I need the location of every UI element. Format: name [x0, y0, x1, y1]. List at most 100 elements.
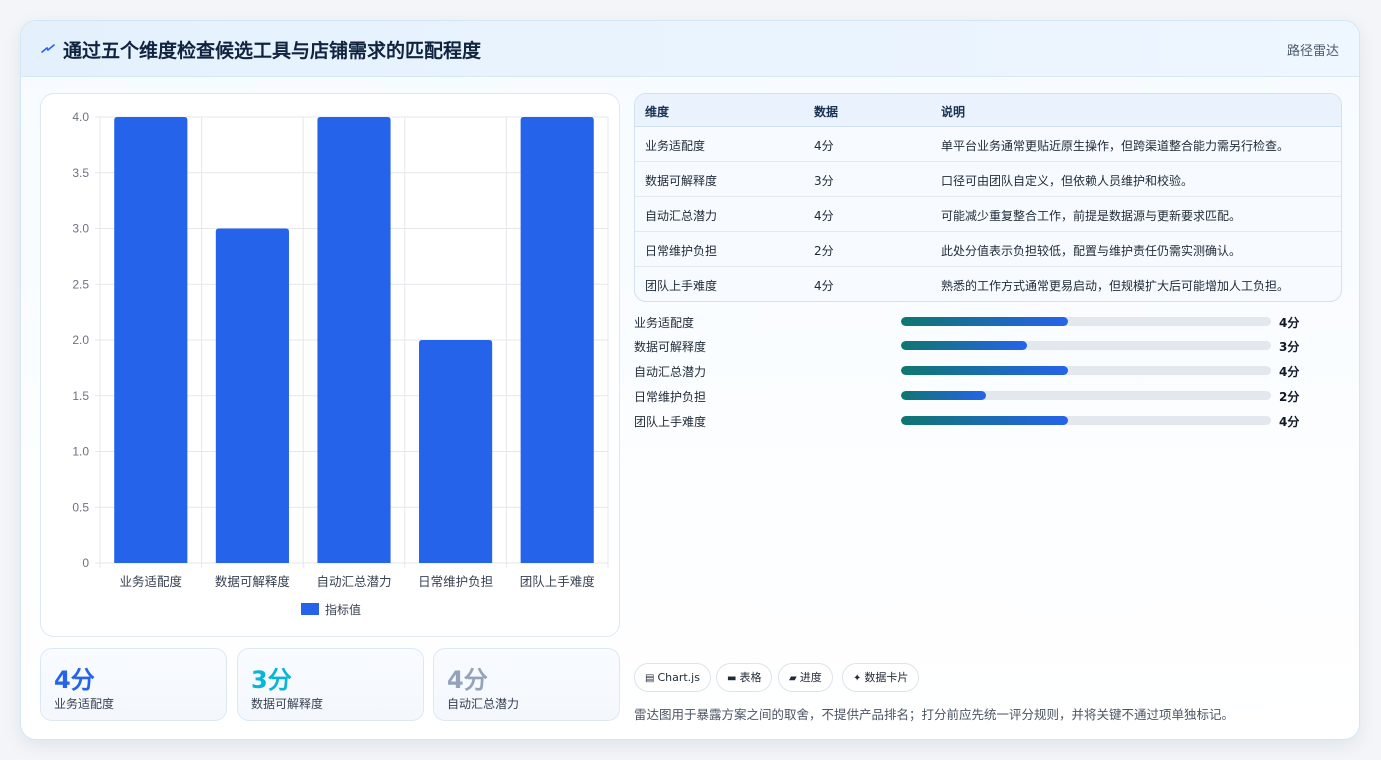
progress-row: 团队上手难度 4分: [634, 411, 1334, 429]
progress-track: [901, 317, 1271, 326]
y-tick-label: 1.5: [72, 389, 89, 403]
y-tick-label: 2.5: [72, 277, 89, 291]
progress-track: [901, 416, 1271, 425]
x-tick-label: 数据可解释度: [215, 574, 291, 589]
bar: [317, 117, 391, 563]
y-tick-label: 0.5: [72, 500, 89, 514]
kpi-label: 自动汇总潜力: [447, 697, 520, 711]
table-cell: 单平台业务通常更贴近原生操作，但跨渠道整合能力需另行检查。: [941, 139, 1290, 153]
table-icon: ▬: [727, 673, 737, 684]
table-cell: 可能减少重复整合工作，前提是数据源与更新要求匹配。: [941, 209, 1242, 223]
progress-value: 2分: [1279, 390, 1300, 404]
table-cell: 熟悉的工作方式通常更易启动，但规模扩大后可能增加人工负担。: [941, 279, 1290, 293]
table-cell: 团队上手难度: [645, 279, 718, 293]
legend-label: 指标值: [325, 602, 361, 617]
kpi-value: 4分: [54, 666, 95, 694]
table-cell: 4分: [814, 139, 834, 153]
progress-row: 日常维护负担 2分: [634, 386, 1334, 404]
kpi-card: 3分 数据可解释度: [237, 648, 424, 721]
chip-label: Chart.js: [657, 671, 700, 684]
progress-row: 业务适配度 4分: [634, 312, 1334, 330]
y-tick-label: 3.5: [72, 166, 89, 180]
x-tick-label: 团队上手难度: [520, 574, 596, 589]
progress-row: 自动汇总潜力 4分: [634, 361, 1334, 379]
chart-icon: ▤: [645, 673, 655, 684]
table-row: 日常维护负担 2分 此处分值表示负担较低，配置与维护责任仍需实测确认。: [635, 232, 1341, 267]
progress-fill: [901, 416, 1068, 425]
bar: [419, 340, 493, 563]
progress-fill: [901, 391, 987, 400]
kpi-label: 数据可解释度: [251, 697, 324, 711]
table-cell: 2分: [814, 244, 834, 258]
table-header-cell: 说明: [941, 105, 966, 119]
bar-chart-panel: 0 0.5 1.0 1.5 2.0 2.5 3.0 3.5 4.0 业务适配度 数据可解释度 自动汇总…: [40, 93, 620, 637]
progress-value: 3分: [1279, 340, 1300, 354]
chip-label: 进度: [799, 671, 822, 684]
sparkle-icon: ✦: [853, 673, 862, 684]
y-tick-label: 0: [82, 556, 89, 570]
progress-label: 业务适配度: [634, 316, 695, 330]
chip-label: 表格: [739, 671, 762, 684]
kpi-card: 4分 自动汇总潜力: [433, 648, 620, 721]
lightning-icon: [41, 44, 55, 53]
table-header-cell: 数据: [814, 105, 839, 119]
bar: [114, 117, 188, 563]
kpi-value: 4分: [447, 666, 488, 694]
x-tick-label: 日常维护负担: [418, 574, 493, 589]
chip-table[interactable]: ▬ 表格: [716, 663, 773, 692]
header-tag: 路径雷达: [1286, 44, 1339, 59]
kpi-label: 业务适配度: [54, 697, 115, 711]
bar: [520, 117, 594, 563]
chip-progress[interactable]: ▰ 进度: [778, 663, 833, 692]
dimension-table: 维度 数据 说明 业务适配度 4分 单平台业务通常更贴近原生操作，但跨渠道整合能…: [634, 93, 1342, 302]
progress-label: 日常维护负担: [634, 390, 707, 404]
card-header: 通过五个维度检查候选工具与店铺需求的匹配程度 路径雷达: [21, 21, 1359, 77]
table-cell: 3分: [814, 174, 834, 188]
table-cell: 此处分值表示负担较低，配置与维护责任仍需实测确认。: [941, 244, 1242, 258]
progress-fill: [901, 341, 1027, 350]
y-tick-label: 2.0: [72, 333, 89, 347]
progress-icon: ▰: [789, 673, 797, 684]
progress-label: 团队上手难度: [634, 415, 707, 429]
chip-chartjs[interactable]: ▤ Chart.js: [634, 663, 711, 692]
chip-label: 数据卡片: [864, 671, 909, 684]
table-cell: 口径可由团队自定义，但依赖人员维护和校验。: [941, 174, 1194, 188]
chip-data-card[interactable]: ✦ 数据卡片: [842, 663, 920, 692]
kpi-value: 3分: [251, 666, 292, 694]
table-cell: 数据可解释度: [645, 174, 718, 188]
table-cell: 日常维护负担: [645, 244, 718, 258]
table-row: 数据可解释度 3分 口径可由团队自定义，但依赖人员维护和校验。: [635, 162, 1341, 197]
kpi-card: 4分 业务适配度: [40, 648, 227, 721]
table-row: 自动汇总潜力 4分 可能减少重复整合工作，前提是数据源与更新要求匹配。: [635, 197, 1341, 232]
table-cell: 4分: [814, 209, 834, 223]
legend-swatch: [301, 603, 319, 615]
progress-label: 自动汇总潜力: [634, 365, 707, 379]
progress-track: [901, 341, 1271, 350]
page-title: 通过五个维度检查候选工具与店铺需求的匹配程度: [63, 40, 482, 62]
bar: [215, 228, 289, 563]
main-card: 通过五个维度检查候选工具与店铺需求的匹配程度 路径雷达 0 0.5 1.0 1.5 2.…: [20, 20, 1360, 740]
progress-row: 数据可解释度 3分: [634, 336, 1334, 354]
table-row: 业务适配度 4分 单平台业务通常更贴近原生操作，但跨渠道整合能力需另行检查。: [635, 127, 1341, 162]
progress-track: [901, 366, 1271, 375]
table-header-cell: 维度: [645, 105, 670, 119]
progress-fill: [901, 317, 1068, 326]
footnote: 雷达图用于暴露方案之间的取舍，不提供产品排名；打分前应先统一评分规则，并将关键不…: [634, 707, 1235, 722]
progress-track: [901, 391, 1271, 400]
table-header-row: 维度 数据 说明: [635, 94, 1341, 127]
y-tick-label: 1.0: [72, 445, 89, 459]
y-tick-label: 4.0: [72, 110, 89, 124]
x-tick-label: 业务适配度: [120, 574, 183, 589]
table-cell: 自动汇总潜力: [645, 209, 718, 223]
bar-chart: 0 0.5 1.0 1.5 2.0 2.5 3.0 3.5 4.0 业务适配度 数据可解释度 自动汇总…: [72, 110, 609, 617]
progress-value: 4分: [1279, 365, 1300, 379]
table-cell: 4分: [814, 279, 834, 293]
progress-value: 4分: [1279, 415, 1300, 429]
progress-label: 数据可解释度: [634, 340, 707, 354]
y-tick-label: 3.0: [72, 222, 89, 236]
table-cell: 业务适配度: [645, 139, 706, 153]
progress-fill: [901, 366, 1068, 375]
table-row: 团队上手难度 4分 熟悉的工作方式通常更易启动，但规模扩大后可能增加人工负担。: [635, 267, 1341, 301]
progress-value: 4分: [1279, 316, 1300, 330]
x-tick-label: 自动汇总潜力: [316, 574, 391, 589]
